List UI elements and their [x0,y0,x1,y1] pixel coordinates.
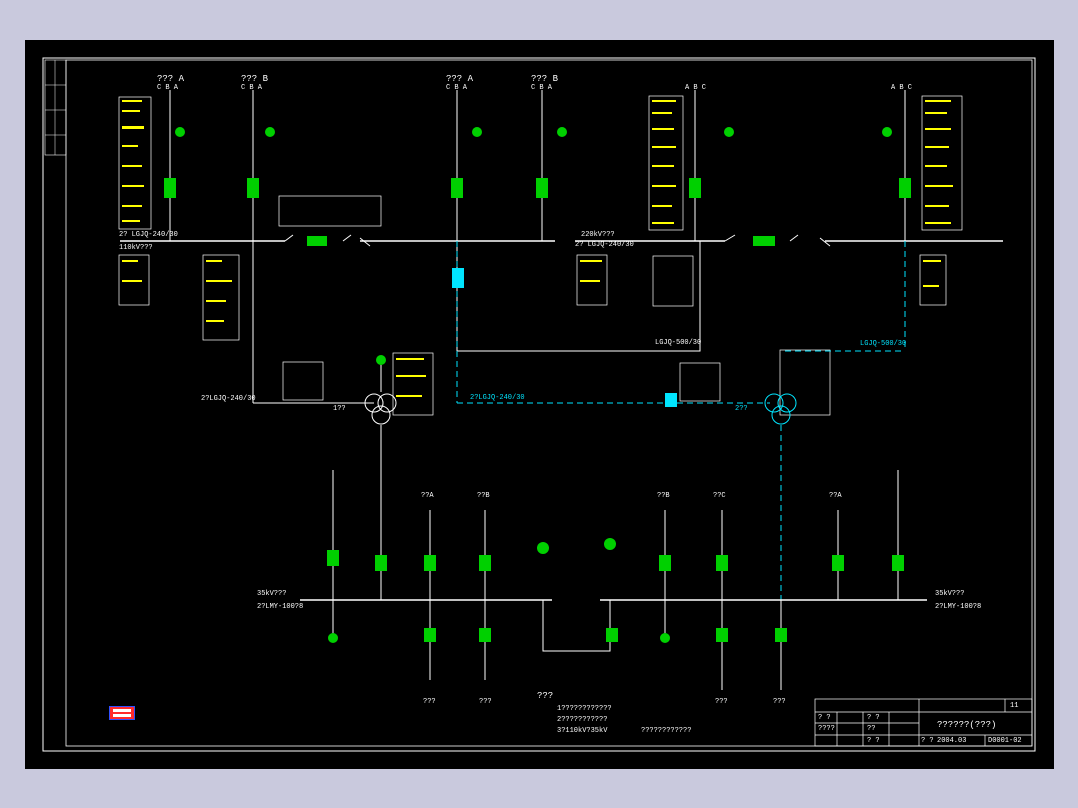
bus-110kv-name: 110kV??? [119,244,153,252]
feeder-label-110-4: ??? B [531,74,559,84]
equipment-panels [118,95,963,416]
title-block-number: D0001-02 [988,737,1022,745]
bus-35kv-left-conductor: 2?LMY-100?8 [257,603,304,611]
transformer-link-future-label: 2?LGJQ-240/30 [470,394,525,402]
phase-label: A B C [685,84,707,92]
feeder-label-35-bottom: ??? [773,698,786,706]
transformer-2-windings [764,393,797,425]
notes-heading: ??? [537,691,554,701]
feeder-label-35-top: ??A [829,492,842,500]
tie-line [456,241,701,352]
title-block-cell: ???? [818,725,835,733]
bus-110kv-conductor: 2? LGJQ-240/30 [119,231,178,239]
feeder-label-35-bottom: ??? [479,698,492,706]
notes-line-3: 3?110kV?35kV [557,727,608,735]
feeder-label-35-top: ??B [477,492,490,500]
feeder-label-35-bottom: ??? [715,698,728,706]
notes-line-1: 1???????????? [557,705,612,713]
feeder-label-110-1: ??? A [157,74,185,84]
title-block-cell: ? ? [818,714,831,722]
title-block-sheet: 11 [1010,702,1019,710]
transformer-1 [252,241,397,600]
title-block-date: 2004.03 [937,737,967,745]
bus-220kv-name: 220kV??? [581,231,615,239]
feeder-label-110-3: ??? A [446,74,474,84]
feeder-35kv [332,470,899,690]
panel-text-marks [122,100,953,397]
phase-label: C B A [157,84,179,92]
phase-label: C B A [241,84,263,92]
bus-220kv-conductor: 2? LGJQ-240/30 [575,241,634,249]
title-block-cell: ? ? [867,737,880,745]
feeder-label-35-top: ??A [421,492,434,500]
feeder-label-110-2: ??? B [241,74,269,84]
bus-coupler-right [724,234,831,247]
feeder-label-35-top: ??B [657,492,670,500]
bus-coupler-left [284,234,371,247]
transformer-2-label: 2?? [735,405,748,413]
phase-label: C B A [446,84,468,92]
tie-line-label: LGJQ-500/30 [655,339,702,347]
phase-label: A B C [891,84,913,92]
bus-35kv-right-conductor: 2?LMY-100?8 [935,603,982,611]
feeder-breakers [327,538,904,643]
transformer-1-label: 1?? [333,405,346,413]
transformer-link-label: 2?LGJQ-240/30 [201,395,256,403]
title-block-cell: ? ? [921,737,934,745]
breaker-stacks [164,127,911,198]
phase-label: C B A [531,84,553,92]
side-stamp [44,59,67,156]
feeder-bay [169,90,906,241]
company-logo [109,706,135,720]
notes-line-4: ???????????? [641,727,692,735]
outer-border [42,57,1036,752]
bus-35kv-right-name: 35kV??? [935,590,965,598]
drawing-sheet: ??? A ??? B ??? A ??? B C B A C B A C B … [25,40,1054,769]
notes-line-2: 2??????????? [557,716,608,724]
feeder-label-35-bottom: ??? [423,698,436,706]
single-line-diagram [42,57,1036,752]
tie-line-future-label: LGJQ-500/30 [860,340,907,348]
title-block-drawing-title: ??????(???) [937,720,997,730]
title-block-cell: ?? [867,725,876,733]
feeder-label-35-top: ??C [713,492,726,500]
title-block-cell: ? ? [867,714,880,722]
bus-35kv-left-name: 35kV??? [257,590,287,598]
